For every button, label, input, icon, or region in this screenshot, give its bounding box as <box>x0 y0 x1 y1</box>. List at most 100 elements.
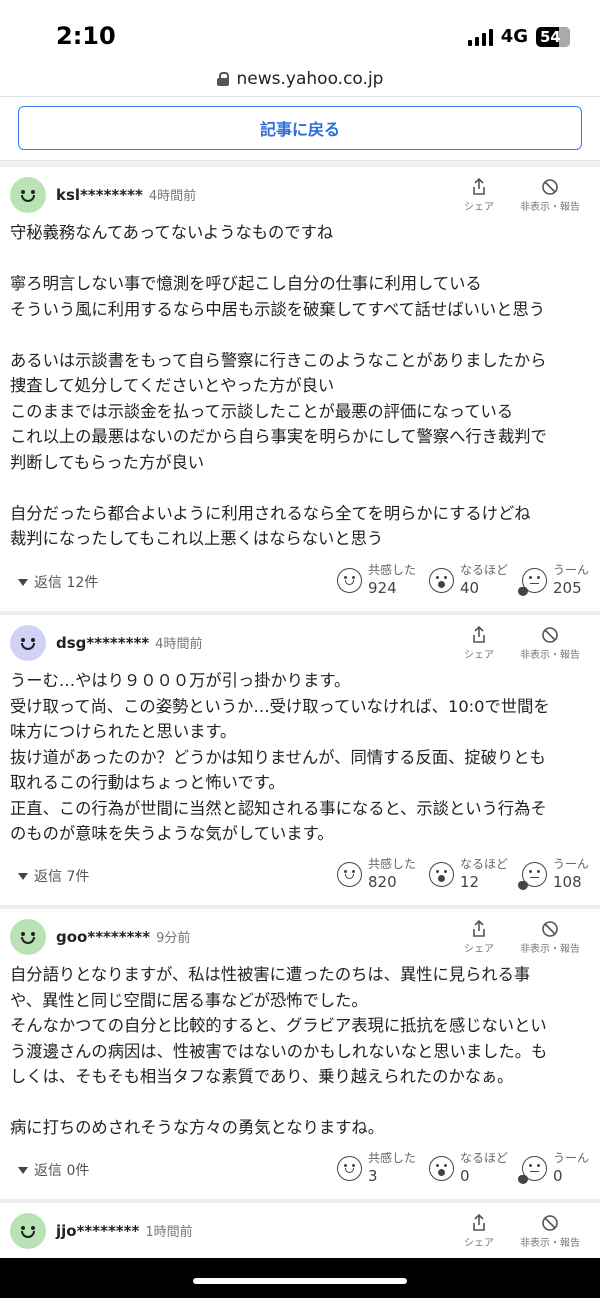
comment-line: しくは、そもそも相当タフな素質であり、乗り越えられたのかなぁ。 <box>10 1067 514 1086</box>
section-gap <box>0 160 600 167</box>
comment-line: あるいは示談書をもって自ら警察に行きこのようなことがありましたから <box>10 350 547 370</box>
comment-line: や、異性と同じ空間に居る事などが恐怖でした。 <box>10 990 368 1010</box>
reply-toggle[interactable]: 返信 7件 <box>18 866 89 886</box>
hide-report-button[interactable]: 非表示・報告 <box>520 1213 580 1249</box>
uun-button[interactable]: うーん 108 <box>518 856 590 892</box>
naruhodo-label: なるほど <box>460 857 509 871</box>
comment-line: 寧ろ明言しない事で憶測を呼び起こし自分の仕事に利用している <box>10 274 482 293</box>
reply-toggle[interactable]: 返信 12件 <box>18 572 98 592</box>
smile-icon <box>337 862 362 887</box>
share-button[interactable]: シェア <box>464 919 494 955</box>
hide-report-button[interactable]: 非表示・報告 <box>520 919 580 955</box>
avatar[interactable] <box>10 625 46 661</box>
comment-line: 捜査して処分してくださいとやった方が良い <box>10 376 335 395</box>
username[interactable]: dsg******** <box>56 634 149 652</box>
thinking-icon <box>518 568 547 596</box>
username[interactable]: goo******** <box>56 928 150 946</box>
hide-report-button[interactable]: 非表示・報告 <box>520 177 580 213</box>
naruhodo-button[interactable]: なるほど 0 <box>429 1150 508 1186</box>
naruhodo-label: なるほど <box>460 1151 509 1165</box>
uun-button[interactable]: うーん 0 <box>518 1150 590 1186</box>
comment-line: これ以上の最悪はないのだから自ら事実を明らかにして警察へ行き裁判で <box>10 427 547 446</box>
battery-icon: 54 <box>536 26 570 47</box>
uun-count: 205 <box>553 579 582 597</box>
battery-level: 54 <box>540 27 561 46</box>
back-to-article-button[interactable]: 記事に戻る <box>18 106 582 150</box>
comment-card: goo******** 9分前 シェア 非表示・報告 自分語りとなりますが、私は… <box>0 909 600 1199</box>
surprised-icon <box>429 862 454 887</box>
share-button[interactable]: シェア <box>464 625 494 661</box>
hide-report-label: 非表示・報告 <box>520 944 580 955</box>
timestamp: 4時間前 <box>148 189 197 204</box>
empathy-count: 924 <box>368 579 397 597</box>
network-type: 4G <box>500 26 528 47</box>
uun-label: うーん <box>553 857 590 871</box>
reply-toggle[interactable]: 返信 0件 <box>18 1160 89 1180</box>
comment-line <box>10 1090 590 1116</box>
thinking-icon <box>518 862 547 890</box>
share-icon <box>469 625 489 645</box>
comment-line: 自分語りとなりますが、私は性被害に遭ったのちは、異性に見られる事 <box>10 965 531 984</box>
smile-icon <box>337 1156 362 1181</box>
hide-report-label: 非表示・報告 <box>520 202 580 213</box>
uun-count: 108 <box>553 873 582 891</box>
comment-text: 自分語りとなりますが、私は性被害に遭ったのちは、異性に見られる事 や、異性と同じ… <box>10 962 590 1141</box>
status-bar: 2:10 4G 54 <box>0 0 600 62</box>
avatar[interactable] <box>10 919 46 955</box>
uun-button[interactable]: うーん 205 <box>518 562 590 598</box>
empathy-button[interactable]: 共感した 820 <box>337 856 416 892</box>
naruhodo-button[interactable]: なるほど 40 <box>429 562 508 598</box>
empathy-button[interactable]: 共感した 924 <box>337 562 416 598</box>
timestamp: 9分前 <box>156 931 191 946</box>
avatar[interactable] <box>10 1213 46 1249</box>
naruhodo-count: 40 <box>460 579 480 597</box>
status-time: 2:10 <box>56 22 116 50</box>
block-icon <box>540 919 560 939</box>
hide-report-button[interactable]: 非表示・報告 <box>520 625 580 661</box>
empathy-label: 共感した <box>368 857 417 871</box>
comment-line: 正直、この行為が世間に当然と認知される事になると、示談という行為そ <box>10 798 547 818</box>
block-icon <box>540 625 560 645</box>
comment-line: 抜け道があったのか？どうかは知りませんが、同情する反面、掟破りとも <box>10 747 546 767</box>
address-bar[interactable]: news.yahoo.co.jp <box>0 62 600 96</box>
comment-line: 受け取って尚、この姿勢というか…受け取っていなければ、10:0で世間を <box>10 696 550 716</box>
home-indicator[interactable] <box>193 1278 407 1284</box>
comment-line: このままでは示談金を払って示談したことが最悪の評価になっている <box>10 401 514 421</box>
comment-line: 取れるこの行動はちょっと怖いです。 <box>10 773 285 792</box>
timestamp: 4時間前 <box>155 637 203 652</box>
share-label: シェア <box>464 1238 494 1249</box>
comment-text: うーむ…やはり９０００万が引っ掛かります。 受け取って尚、この姿勢というか…受け… <box>10 668 590 847</box>
comment-line: 味方につけられたと思います。 <box>10 722 237 741</box>
uun-label: うーん <box>553 1151 590 1165</box>
block-icon <box>540 177 560 197</box>
url-text: news.yahoo.co.jp <box>236 69 384 89</box>
username[interactable]: ksl******** <box>56 186 143 204</box>
naruhodo-button[interactable]: なるほど 12 <box>429 856 508 892</box>
empathy-button[interactable]: 共感した 3 <box>337 1150 416 1186</box>
comment-line <box>10 246 590 272</box>
share-label: シェア <box>464 202 494 213</box>
comment-line <box>10 322 590 348</box>
comment-card: dsg******** 4時間前 シェア 非表示・報告 うーむ…やはり９０００万… <box>0 615 600 905</box>
comment-line <box>10 475 590 501</box>
uun-label: うーん <box>553 563 590 577</box>
smile-icon <box>337 568 362 593</box>
divider <box>0 96 600 97</box>
username[interactable]: jjo******** <box>56 1222 139 1240</box>
signal-icon <box>467 28 493 46</box>
empathy-count: 820 <box>368 873 397 891</box>
comment-text: 守秘義務なんてあってないようなものですね 寧ろ明言しない事で憶測を呼び起こし自分… <box>10 220 590 552</box>
surprised-icon <box>429 1156 454 1181</box>
comment-line: 判断してもらった方が良い <box>10 452 205 472</box>
avatar[interactable] <box>10 177 46 213</box>
share-button[interactable]: シェア <box>464 1213 494 1249</box>
share-button[interactable]: シェア <box>464 177 494 213</box>
share-label: シェア <box>464 650 494 661</box>
comment-line: うーむ…やはり９０００万が引っ掛かります。 <box>10 671 351 690</box>
share-label: シェア <box>464 944 494 955</box>
lock-icon <box>216 72 229 86</box>
empathy-label: 共感した <box>368 1151 417 1165</box>
reply-count: 返信 0件 <box>34 1163 90 1179</box>
thinking-icon <box>518 1156 547 1184</box>
triangle-down-icon <box>18 578 28 586</box>
